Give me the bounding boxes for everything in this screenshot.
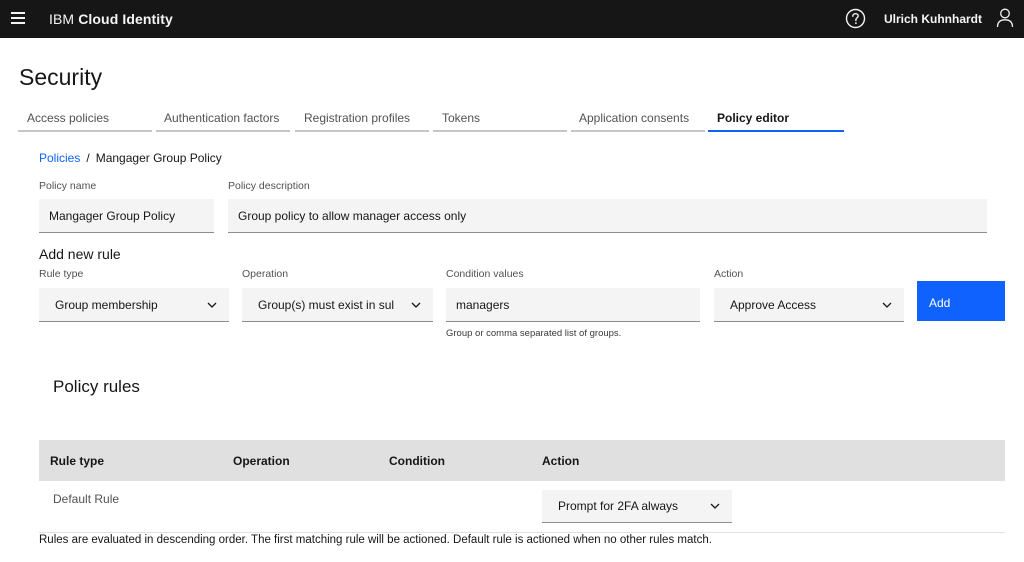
chevron-down-icon: [710, 503, 720, 509]
condition-values-value: managers: [456, 298, 510, 312]
chevron-down-icon: [882, 302, 892, 308]
tab-tokens[interactable]: Tokens: [433, 103, 567, 132]
column-header-operation: Operation: [233, 454, 290, 468]
brand-name[interactable]: IBM Cloud Identity: [49, 11, 173, 27]
rule-type-select[interactable]: Group membership: [39, 288, 229, 322]
chevron-down-icon: [207, 302, 217, 308]
rule-action-select[interactable]: Prompt for 2FA always: [542, 490, 732, 523]
column-header-action: Action: [542, 454, 580, 468]
add-new-rule-heading: Add new rule: [39, 246, 121, 262]
table-cell-rule-type: Default Rule: [53, 492, 120, 506]
username-label[interactable]: Ulrich Kuhnhardt: [884, 12, 982, 26]
policy-description-label: Policy description: [228, 180, 310, 192]
top-navigation-bar: IBM Cloud Identity Ulrich Kuhnhardt: [0, 0, 1024, 38]
policy-rules-heading: Policy rules: [53, 377, 140, 396]
rule-type-label: Rule type: [39, 268, 84, 280]
tab-authentication-factors[interactable]: Authentication factors: [156, 103, 290, 132]
tab-access-policies[interactable]: Access policies: [18, 103, 152, 132]
rules-table-header: Rule type Operation Condition Action: [39, 440, 1005, 481]
operation-label: Operation: [242, 268, 289, 280]
breadcrumb-link-policies[interactable]: Policies: [39, 151, 80, 165]
condition-values-input[interactable]: managers: [446, 288, 700, 322]
table-divider: [958, 480, 1005, 481]
rules-footnote: Rules are evaluated in descending order.…: [39, 534, 712, 546]
page-title: Security: [19, 64, 103, 90]
help-icon[interactable]: [845, 8, 866, 29]
breadcrumb-separator: /: [86, 151, 90, 165]
policy-name-input[interactable]: Mangager Group Policy: [39, 199, 214, 233]
brand-ibm: IBM: [49, 11, 75, 27]
brand-product: Cloud Identity: [78, 11, 173, 27]
column-header-condition: Condition: [389, 454, 445, 468]
action-label: Action: [714, 268, 744, 280]
hamburger-menu-icon[interactable]: [11, 12, 25, 24]
rule-type-value: Group membership: [55, 297, 158, 312]
rule-action-value: Prompt for 2FA always: [558, 499, 679, 513]
policy-name-value: Mangager Group Policy: [49, 208, 176, 223]
action-select[interactable]: Approve Access: [714, 288, 904, 322]
action-value: Approve Access: [730, 297, 817, 312]
policy-name-label: Policy name: [39, 180, 97, 192]
tab-application-consents[interactable]: Application consents: [571, 103, 705, 132]
chevron-down-icon: [411, 302, 421, 308]
policy-description-input[interactable]: Group policy to allow manager access onl…: [228, 199, 987, 233]
add-rule-button[interactable]: Add: [917, 281, 1005, 321]
table-row-divider: [39, 532, 1005, 533]
condition-values-label: Condition values: [446, 268, 524, 280]
breadcrumb: Policies / Mangager Group Policy: [39, 151, 222, 165]
policy-description-value: Group policy to allow manager access onl…: [238, 208, 467, 223]
breadcrumb-current: Mangager Group Policy: [95, 151, 222, 165]
operation-value: Group(s) must exist in sul: [258, 297, 395, 312]
condition-helper-text: Group or comma separated list of groups.: [446, 328, 622, 339]
tab-policy-editor[interactable]: Policy editor: [708, 103, 844, 132]
tab-registration-profiles[interactable]: Registration profiles: [295, 103, 429, 132]
column-header-rule-type: Rule type: [50, 454, 105, 468]
user-icon[interactable]: [996, 8, 1014, 28]
operation-select[interactable]: Group(s) must exist in sul: [242, 288, 433, 322]
